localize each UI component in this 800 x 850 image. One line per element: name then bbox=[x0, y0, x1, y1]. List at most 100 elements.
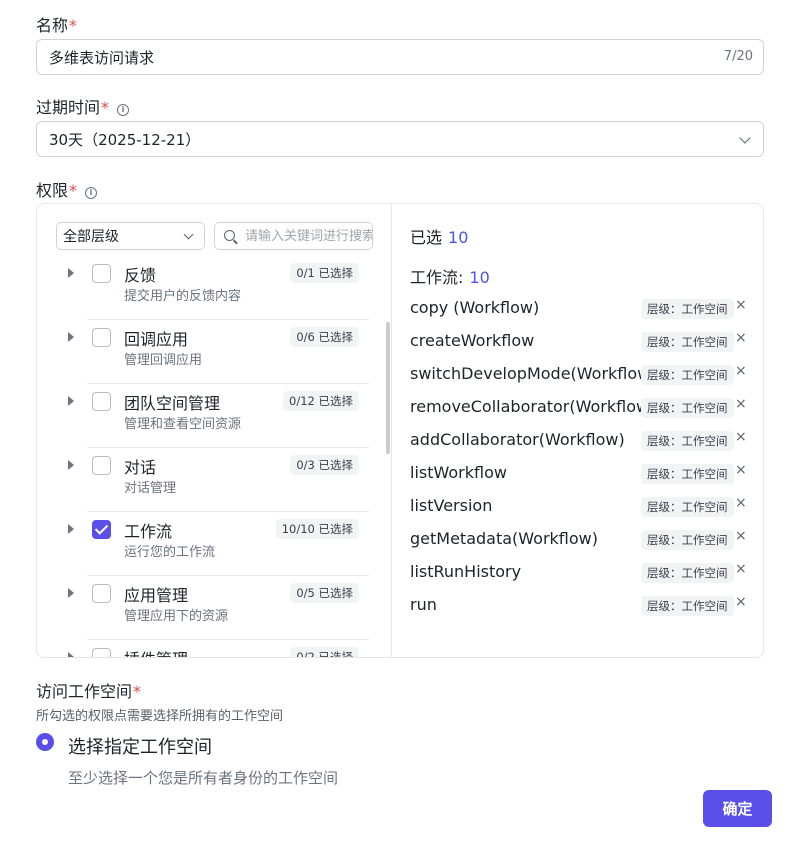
permission-name: listRunHistory bbox=[410, 562, 522, 581]
permission-name: getMetadata(Workflow) bbox=[410, 529, 598, 548]
tree-item-title: 插件管理 bbox=[124, 646, 188, 657]
tree-item-title: 应用管理 bbox=[124, 586, 189, 605]
level-tag: 层级：工作空间 bbox=[641, 431, 734, 451]
checkbox[interactable] bbox=[92, 648, 111, 657]
tree-scrollbar[interactable] bbox=[386, 322, 390, 454]
expand-caret-icon[interactable] bbox=[68, 332, 74, 342]
workspace-option-label[interactable]: 选择指定工作空间 bbox=[68, 733, 212, 759]
selection-count-badge: 0/5 已选择 bbox=[290, 583, 359, 603]
permission-name: createWorkflow bbox=[410, 331, 535, 350]
search-icon bbox=[224, 230, 235, 241]
permission-tree: 反馈 提交用户的反馈内容 0/1 已选择 回调应用 管理回调应用 0/6 已选择… bbox=[37, 256, 391, 657]
level-tag: 层级：工作空间 bbox=[641, 563, 734, 583]
tree-item[interactable]: 对话 对话管理 0/3 已选择 bbox=[37, 448, 377, 512]
tree-item[interactable]: 反馈 提交用户的反馈内容 0/1 已选择 bbox=[37, 256, 377, 320]
selection-count-badge: 0/3 已选择 bbox=[290, 455, 359, 475]
permission-panel: 全部层级 反馈 提交用户的反馈内容 0/1 已选择 回调应用 管理回调应用 0/… bbox=[36, 203, 764, 658]
remove-icon[interactable]: × bbox=[735, 528, 747, 544]
tree-item-desc: 管理应用下的资源 bbox=[124, 609, 229, 624]
chevron-down-icon bbox=[183, 229, 194, 240]
name-input[interactable]: 多维表访问请求 7/20 bbox=[36, 39, 764, 75]
selection-count-badge: 10/10 已选择 bbox=[275, 519, 359, 539]
expire-select[interactable]: 30天（2025-12-21） bbox=[36, 121, 764, 157]
expand-caret-icon[interactable] bbox=[68, 460, 74, 470]
chevron-down-icon bbox=[739, 132, 751, 144]
selection-count-badge: 0/6 已选择 bbox=[290, 327, 359, 347]
selected-permission-item: addCollaborator(Workflow) 层级：工作空间 × bbox=[410, 428, 755, 454]
expand-caret-icon[interactable] bbox=[68, 652, 74, 657]
required-mark: * bbox=[69, 16, 78, 35]
checkbox[interactable] bbox=[92, 584, 111, 603]
remove-icon[interactable]: × bbox=[735, 594, 747, 610]
selection-count-badge: 0/2 已选择 bbox=[290, 647, 359, 657]
remove-icon[interactable]: × bbox=[735, 330, 747, 346]
selected-permission-item: listWorkflow 层级：工作空间 × bbox=[410, 461, 755, 487]
permission-label: 权限* i bbox=[36, 177, 98, 201]
permission-name: addCollaborator(Workflow) bbox=[410, 430, 625, 449]
info-icon[interactable]: i bbox=[85, 187, 98, 199]
selected-permissions: 已选 10 工作流: 10 copy (Workflow) 层级：工作空间 × creat… bbox=[392, 204, 763, 657]
selected-total: 已选 10 bbox=[410, 228, 469, 247]
permission-name: removeCollaborator(Workflow) bbox=[410, 397, 656, 416]
name-counter: 7/20 bbox=[723, 49, 753, 64]
required-mark: * bbox=[69, 181, 78, 200]
expire-value: 30天（2025-12-21） bbox=[49, 130, 201, 149]
permission-name: listVersion bbox=[410, 496, 493, 515]
expand-caret-icon[interactable] bbox=[68, 524, 74, 534]
tree-item-title: 工作流 bbox=[124, 522, 173, 541]
selected-permission-item: listVersion 层级：工作空间 × bbox=[410, 494, 755, 520]
tree-item[interactable]: 应用管理 管理应用下的资源 0/5 已选择 bbox=[37, 576, 377, 640]
tree-item[interactable]: 插件管理 0/2 已选择 bbox=[37, 640, 377, 657]
confirm-button[interactable]: 确定 bbox=[703, 790, 772, 827]
level-tag: 层级：工作空间 bbox=[641, 332, 734, 352]
expand-caret-icon[interactable] bbox=[68, 268, 74, 278]
selected-permission-item: removeCollaborator(Workflow) 层级：工作空间 × bbox=[410, 395, 755, 421]
expand-caret-icon[interactable] bbox=[68, 396, 74, 406]
level-tag: 层级：工作空间 bbox=[641, 464, 734, 484]
permission-name: switchDevelopMode(Workflow) bbox=[410, 364, 657, 383]
expand-caret-icon[interactable] bbox=[68, 588, 74, 598]
checkbox-checked[interactable] bbox=[92, 520, 111, 539]
tree-item[interactable]: 团队空间管理 管理和查看空间资源 0/12 已选择 bbox=[37, 384, 377, 448]
remove-icon[interactable]: × bbox=[735, 495, 747, 511]
selected-permission-item: listRunHistory 层级：工作空间 × bbox=[410, 560, 755, 586]
search-input[interactable] bbox=[245, 228, 372, 244]
checkbox[interactable] bbox=[92, 392, 111, 411]
tree-item[interactable]: 回调应用 管理回调应用 0/6 已选择 bbox=[37, 320, 377, 384]
tree-item-title: 团队空间管理 bbox=[124, 394, 221, 413]
selected-permission-item: copy (Workflow) 层级：工作空间 × bbox=[410, 296, 755, 322]
workspace-desc: 所勾选的权限点需要选择所拥有的工作空间 bbox=[36, 709, 284, 724]
permission-name: run bbox=[410, 595, 437, 614]
info-icon[interactable]: i bbox=[117, 104, 130, 116]
level-filter-select[interactable]: 全部层级 bbox=[56, 222, 205, 250]
checkbox[interactable] bbox=[92, 328, 111, 347]
tree-item-desc: 对话管理 bbox=[124, 481, 177, 496]
expire-label: 过期时间* i bbox=[36, 94, 130, 118]
level-tag: 层级：工作空间 bbox=[641, 299, 734, 319]
permission-search[interactable] bbox=[214, 222, 373, 250]
checkbox[interactable] bbox=[92, 456, 111, 475]
workspace-radio-selected[interactable] bbox=[36, 733, 54, 751]
tree-item-desc: 管理和查看空间资源 bbox=[124, 417, 242, 432]
remove-icon[interactable]: × bbox=[735, 297, 747, 313]
permission-name: copy (Workflow) bbox=[410, 298, 540, 317]
required-mark: * bbox=[101, 98, 110, 117]
required-mark: * bbox=[133, 682, 142, 701]
remove-icon[interactable]: × bbox=[735, 462, 747, 478]
selection-count-badge: 0/12 已选择 bbox=[283, 391, 359, 411]
remove-icon[interactable]: × bbox=[735, 363, 747, 379]
selected-group-count: 10 bbox=[469, 268, 490, 287]
tree-item-desc: 运行您的工作流 bbox=[124, 545, 216, 560]
checkbox[interactable] bbox=[92, 264, 111, 283]
tree-item-desc: 提交用户的反馈内容 bbox=[124, 289, 242, 304]
remove-icon[interactable]: × bbox=[735, 429, 747, 445]
tree-item-title: 反馈 bbox=[124, 266, 157, 285]
tree-item[interactable]: 工作流 运行您的工作流 10/10 已选择 bbox=[37, 512, 377, 576]
selected-permission-item: getMetadata(Workflow) 层级：工作空间 × bbox=[410, 527, 755, 553]
level-tag: 层级：工作空间 bbox=[641, 530, 734, 550]
permission-name: listWorkflow bbox=[410, 463, 507, 482]
tree-item-title: 回调应用 bbox=[124, 330, 189, 349]
remove-icon[interactable]: × bbox=[735, 561, 747, 577]
selected-permission-item: run 层级：工作空间 × bbox=[410, 593, 755, 619]
remove-icon[interactable]: × bbox=[735, 396, 747, 412]
